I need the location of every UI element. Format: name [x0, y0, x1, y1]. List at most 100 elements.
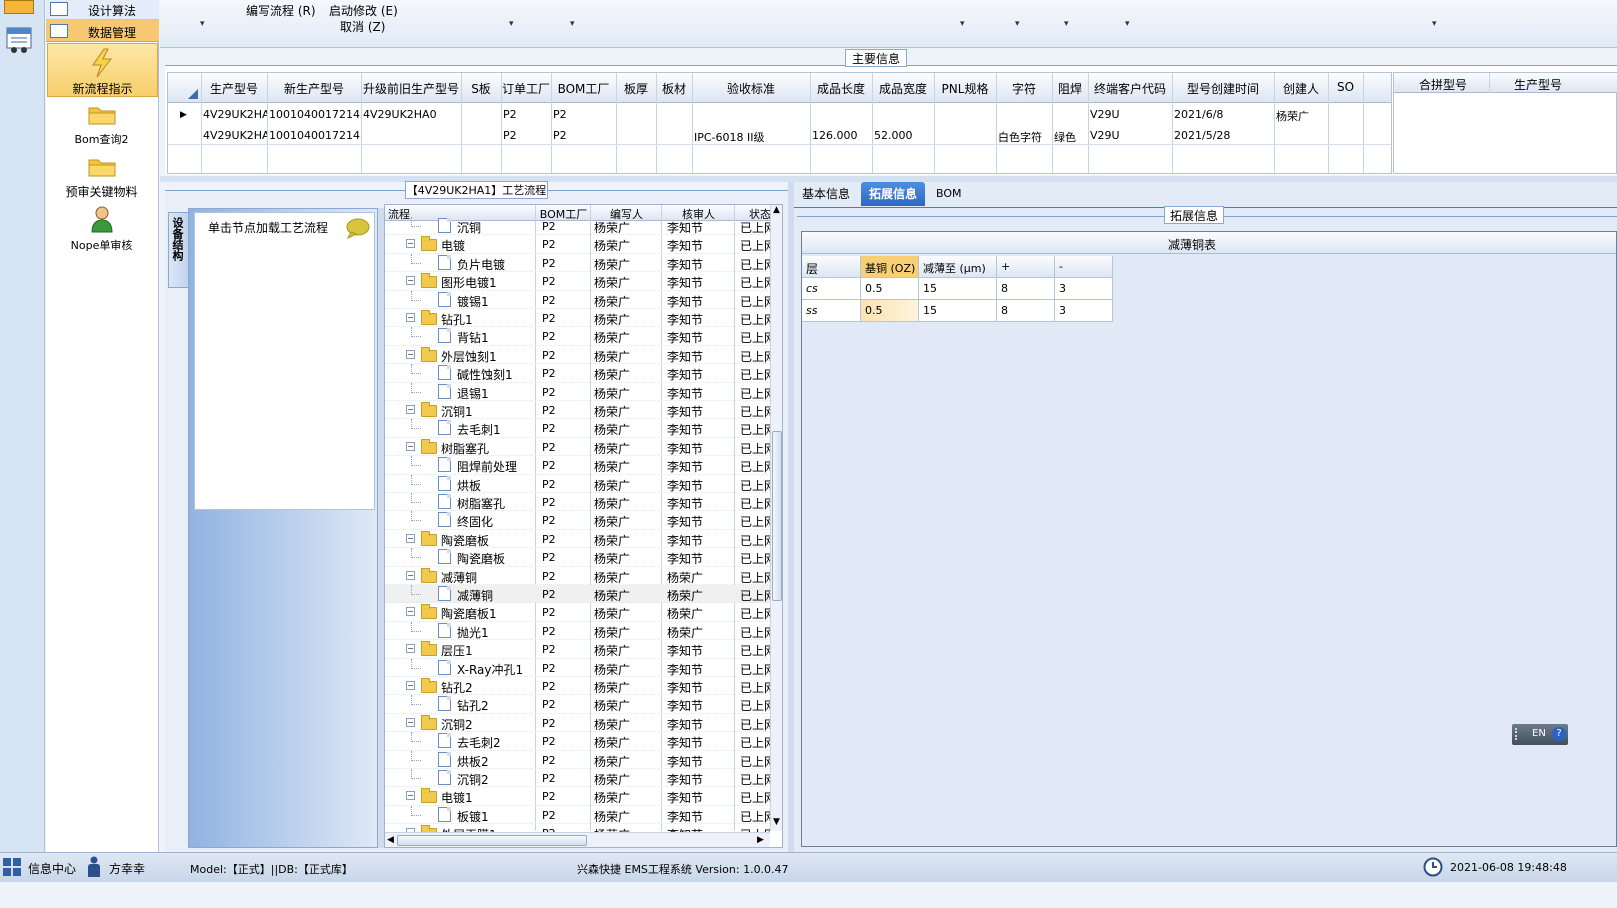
column-header[interactable]: 阻焊 — [1052, 80, 1088, 97]
scroll-up-icon[interactable]: ▲ — [773, 205, 780, 215]
table-cell[interactable]: ss — [802, 300, 861, 322]
table-row[interactable] — [168, 124, 1391, 145]
tree-folder-row[interactable]: − 钻孔1 P2 杨荣广 李知节 已上网 — [385, 309, 770, 328]
column-header[interactable]: 订单工厂 — [501, 80, 551, 97]
column-header[interactable]: 新生产型号 — [267, 80, 361, 97]
dropdown-arrow-icon[interactable]: ▾ — [1125, 19, 1130, 29]
column-header[interactable]: 层 — [802, 256, 861, 278]
tree-folder-row[interactable]: − 电镀1 P2 杨荣广 李知节 已上网 — [385, 787, 770, 806]
column-header[interactable]: 成品宽度 — [872, 80, 934, 97]
tree-folder-row[interactable]: − 外层蚀刻1 P2 杨荣广 李知节 已上网 — [385, 346, 770, 365]
horizontal-scrollbar[interactable]: ◀ ▶ — [385, 832, 770, 847]
dropdown-arrow-icon[interactable]: ▾ — [960, 19, 965, 29]
column-header[interactable]: 验收标准 — [692, 80, 810, 97]
tree-file-row[interactable]: 背钻1 P2 杨荣广 李知节 已上网 — [385, 327, 770, 346]
dropdown-arrow-icon[interactable]: ▾ — [1015, 19, 1020, 29]
scroll-down-icon[interactable]: ▼ — [773, 817, 780, 827]
tree-file-row[interactable]: 沉铜 P2 杨荣广 李知节 已上网 — [385, 217, 770, 236]
tree-file-row[interactable]: 树脂塞孔 P2 杨荣广 李知节 已上网 — [385, 493, 770, 512]
table-cell[interactable]: 10010400172143 — [269, 108, 361, 121]
menu-design-algo[interactable]: 设计算法 — [46, 0, 159, 20]
tree-file-row[interactable]: 去毛刺1 P2 杨荣广 李知节 已上网 — [385, 419, 770, 438]
dropdown-arrow-icon[interactable]: ▾ — [1432, 19, 1437, 29]
sidebar-item-prereview[interactable]: 预审关键物料 — [47, 152, 158, 200]
tab-bom[interactable]: BOM — [928, 182, 970, 206]
column-header[interactable]: 升级前旧生产型号 — [361, 80, 461, 97]
collapse-toggle-icon[interactable]: − — [406, 607, 415, 617]
collapse-toggle-icon[interactable]: − — [406, 570, 415, 580]
tree-folder-row[interactable]: − 电镀 P2 杨荣广 李知节 已上网 — [385, 235, 770, 254]
tree-folder-row[interactable]: − 沉铜1 P2 杨荣广 李知节 已上网 — [385, 401, 770, 420]
table-cell[interactable]: 3 — [1055, 300, 1113, 322]
tree-folder-row[interactable]: − 图形电镀1 P2 杨荣广 李知节 已上网 — [385, 272, 770, 291]
collapse-toggle-icon[interactable]: − — [406, 276, 415, 286]
table-cell[interactable]: 15 — [919, 278, 997, 300]
tab-basic-info[interactable]: 基本信息 — [794, 182, 858, 206]
column-header[interactable]: SO — [1328, 80, 1363, 94]
tab-extended-info[interactable]: 拓展信息 — [861, 182, 926, 206]
tree-file-row[interactable]: 退锡1 P2 杨荣广 李知节 已上网 — [385, 382, 770, 401]
column-header[interactable]: BOM工厂 — [551, 80, 616, 97]
tree-file-row[interactable]: 负片电镀 P2 杨荣广 李知节 已上网 — [385, 253, 770, 273]
tree-file-row[interactable]: 烘板 P2 杨荣广 李知节 已上网 — [385, 474, 770, 493]
menu-data-mgmt[interactable]: 数据管理 — [46, 20, 159, 42]
column-header[interactable]: 字符 — [996, 80, 1052, 97]
table-cell[interactable]: 3 — [1055, 278, 1113, 300]
column-header[interactable]: 终端客户代码 — [1088, 80, 1172, 97]
table-cell[interactable]: P2 — [503, 108, 551, 121]
table-cell[interactable]: 15 — [919, 300, 997, 322]
tree-file-row[interactable]: 烘板2 P2 杨荣广 李知节 已上网 — [385, 750, 770, 769]
column-header[interactable]: + — [997, 256, 1055, 278]
table-cell[interactable]: 8 — [997, 278, 1055, 300]
tree-folder-row[interactable]: − 陶瓷磨板 P2 杨荣广 李知节 已上网 — [385, 530, 770, 549]
tree-file-row[interactable]: 阻焊前处理 P2 杨荣广 李知节 已上网 — [385, 456, 770, 475]
collapse-toggle-icon[interactable]: − — [406, 441, 415, 451]
scroll-thumb[interactable] — [772, 431, 782, 601]
collapse-toggle-icon[interactable]: − — [406, 349, 415, 359]
table-cell[interactable]: V29U — [1090, 108, 1172, 121]
table-cell[interactable]: 0.5 — [861, 278, 919, 300]
tree-folder-row[interactable]: − 层压1 P2 杨荣广 李知节 已上网 — [385, 640, 770, 659]
vertical-scrollbar[interactable]: ▲ ▼ — [770, 205, 782, 831]
app-grid-icon[interactable] — [4, 0, 34, 14]
help-icon[interactable]: ? — [1552, 727, 1566, 741]
start-modify-button[interactable]: 启动修改 (E) — [329, 2, 398, 19]
sidebar-item-nope-review[interactable]: Nope单审核 — [47, 204, 158, 254]
tree-folder-row[interactable]: − 树脂塞孔 P2 杨荣广 李知节 已上网 — [385, 438, 770, 457]
dropdown-arrow-icon[interactable]: ▾ — [509, 19, 514, 29]
cancel-button[interactable]: 取消 (Z) — [340, 18, 385, 35]
table-cell[interactable]: 2021/6/8 — [1174, 108, 1274, 121]
tree-file-row[interactable]: 去毛刺2 P2 杨荣广 李知节 已上网 — [385, 732, 770, 751]
tree-file-row[interactable]: 终固化 P2 杨荣广 李知节 已上网 — [385, 511, 770, 530]
scroll-right-icon[interactable]: ▶ — [757, 835, 764, 845]
table-cell[interactable]: 0.5 — [861, 300, 919, 322]
sidebar-item-bom-query[interactable]: Bom查询2 — [47, 100, 158, 148]
write-flow-button[interactable]: 编写流程 (R) — [246, 2, 316, 19]
tree-file-row[interactable]: 板镀1 P2 杨荣广 李知节 已上网 — [385, 805, 770, 825]
column-header[interactable]: PNL规格 — [934, 80, 996, 97]
tree-folder-row[interactable]: − 钻孔2 P2 杨荣广 李知节 已上网 — [385, 677, 770, 696]
column-header[interactable]: S板 — [461, 80, 501, 97]
tree-folder-row[interactable]: − 减薄铜 P2 杨荣广 杨荣广 已上网 — [385, 567, 770, 585]
column-header[interactable]: 型号创建时间 — [1172, 80, 1274, 97]
column-header[interactable]: 板材 — [656, 80, 692, 97]
collapse-toggle-icon[interactable]: − — [406, 644, 415, 654]
calendar-icon[interactable] — [6, 26, 32, 54]
tree-folder-row[interactable]: − 陶瓷磨板1 P2 杨荣广 杨荣广 已上网 — [385, 603, 770, 622]
tree-file-row[interactable]: 减薄铜 P2 杨荣广 杨荣广 已上网 — [385, 585, 770, 604]
tree-file-row[interactable]: 碱性蚀刻1 P2 杨荣广 李知节 已上网 — [385, 364, 770, 383]
table-cell[interactable]: cs — [802, 278, 861, 300]
column-header[interactable]: - — [1055, 256, 1113, 278]
collapse-toggle-icon[interactable]: − — [406, 717, 415, 727]
tree-file-row[interactable]: 抛光1 P2 杨荣广 杨荣广 已上网 — [385, 621, 770, 641]
tree-file-row[interactable]: X-Ray冲孔1 P2 杨荣广 李知节 已上网 — [385, 658, 770, 677]
table-cell[interactable]: 8 — [997, 300, 1055, 322]
table-cell[interactable]: 杨荣广 — [1276, 108, 1328, 124]
collapse-toggle-icon[interactable]: − — [406, 533, 415, 543]
column-header[interactable]: 板厚 — [616, 80, 656, 97]
grid-icon[interactable] — [3, 858, 21, 876]
ime-toolbar[interactable]: EN ? — [1512, 724, 1568, 745]
tree-folder-row[interactable]: − 沉铜2 P2 杨荣广 李知节 已上网 — [385, 714, 770, 733]
info-center-label[interactable]: 信息中心 — [28, 860, 76, 877]
scroll-thumb[interactable] — [397, 835, 587, 846]
